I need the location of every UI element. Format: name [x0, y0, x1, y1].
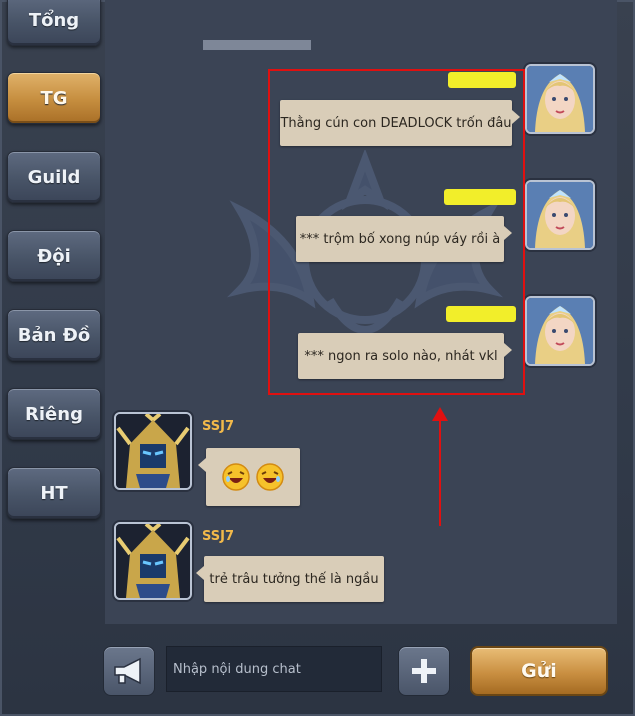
tab-guild[interactable]: Guild: [7, 151, 101, 203]
tab-label: Tổng: [28, 9, 80, 31]
avatar-image: [527, 298, 593, 364]
female-elf-avatar[interactable]: [525, 64, 595, 134]
message-bubble: trẻ trâu tưởng thế là ngầu: [196, 556, 384, 602]
chat-input-bar: Gửi: [0, 624, 635, 716]
tab-rieng[interactable]: Riêng: [7, 388, 101, 440]
chat-message-list[interactable]: Thằng cún con DEADLOCK trốn đâu *** trộm…: [105, 0, 617, 624]
laughing-emoji-icon: [222, 463, 250, 491]
megaphone-icon: [114, 657, 141, 685]
female-elf-avatar[interactable]: [525, 296, 595, 366]
avatar-image: [116, 414, 190, 488]
tab-label: Riêng: [25, 403, 83, 425]
send-button-label: Gửi: [521, 660, 557, 682]
avatar-image: [527, 182, 593, 248]
add-attachment-button[interactable]: [398, 646, 450, 696]
tab-ht[interactable]: HT: [7, 467, 101, 519]
plus-icon: [412, 659, 436, 683]
message-text: trẻ trâu tưởng thế là ngầu: [209, 571, 379, 587]
annotation-highlight-box: [268, 69, 525, 395]
avatar-image: [116, 524, 190, 598]
avatar-image: [527, 66, 593, 132]
tab-tong[interactable]: Tổng: [7, 0, 101, 46]
golden-armor-avatar[interactable]: [114, 412, 192, 490]
tab-label: TG: [40, 87, 68, 109]
tab-label: Bản Đồ: [17, 324, 91, 346]
tab-label: HT: [40, 482, 68, 504]
tab-label: Guild: [27, 166, 81, 188]
chat-message-input[interactable]: [166, 646, 382, 692]
voice-broadcast-button[interactable]: [103, 646, 155, 696]
golden-armor-avatar[interactable]: [114, 522, 192, 600]
send-button[interactable]: Gửi: [470, 646, 608, 696]
chat-window: Tổng TG Guild Đội Bản Đồ Riêng HT Thằng …: [0, 0, 635, 716]
sender-name[interactable]: SSJ7: [202, 419, 234, 434]
laughing-emoji-icon: [256, 463, 284, 491]
tab-tg[interactable]: TG: [7, 72, 101, 124]
sender-name[interactable]: SSJ7: [202, 529, 234, 544]
message-divider: [203, 40, 311, 50]
tab-label: Đội: [37, 245, 71, 267]
emoji-message-bubble: [198, 448, 300, 506]
channel-tabs: Tổng TG Guild Đội Bản Đồ Riêng HT: [0, 0, 105, 716]
tab-ban-do[interactable]: Bản Đồ: [7, 309, 101, 361]
female-elf-avatar[interactable]: [525, 180, 595, 250]
tab-doi[interactable]: Đội: [7, 230, 101, 282]
annotation-arrow-line: [439, 418, 441, 526]
